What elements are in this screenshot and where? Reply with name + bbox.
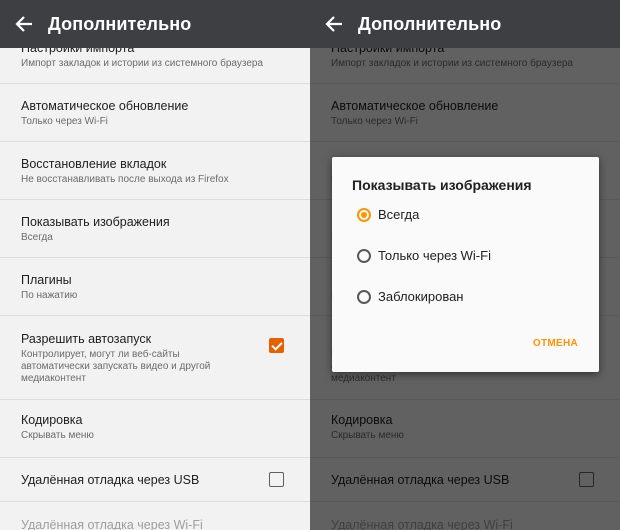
back-button[interactable]	[0, 0, 48, 48]
setting-wifi-debug[interactable]: Удалённая отладка через Wi-Fi	[0, 502, 310, 530]
cancel-button[interactable]: ОТМЕНА	[533, 338, 578, 349]
usb-debug-checkbox[interactable]	[269, 472, 284, 487]
left-screen: Дополнительно Настройки импорта Импорт з…	[0, 0, 310, 530]
back-arrow-icon	[325, 16, 342, 32]
setting-show-images[interactable]: Показывать изображения Всегда	[0, 200, 310, 258]
setting-encoding[interactable]: Кодировка Скрывать меню	[0, 400, 310, 458]
option-label: Только через Wi-Fi	[378, 248, 491, 263]
setting-subtitle: Не восстанавливать после выхода из Firef…	[21, 174, 229, 185]
setting-subtitle: Только через Wi-Fi	[21, 116, 108, 127]
page-title: Дополнительно	[48, 13, 192, 34]
setting-title: Удалённая отладка через USB	[21, 473, 200, 487]
option-blocked[interactable]: Заблокирован	[357, 289, 463, 304]
setting-subtitle: Всегда	[21, 232, 53, 243]
setting-subtitle: Импорт закладок и истории из системного …	[21, 58, 263, 69]
setting-restore-tabs[interactable]: Восстановление вкладок Не восстанавливат…	[0, 142, 310, 200]
radio-icon[interactable]	[357, 248, 371, 263]
radio-icon[interactable]	[357, 289, 371, 304]
page-title: Дополнительно	[358, 13, 502, 34]
setting-usb-debug[interactable]: Удалённая отладка через USB	[0, 458, 310, 502]
option-wifi-only[interactable]: Только через Wi-Fi	[357, 248, 491, 263]
right-screen: Дополнительно Настройки импорта Импорт з…	[310, 0, 620, 530]
toolbar: Дополнительно	[0, 0, 310, 48]
autoplay-checkbox[interactable]	[269, 338, 284, 353]
setting-subtitle: Скрывать меню	[21, 430, 94, 441]
setting-title: Плагины	[21, 273, 72, 287]
option-always[interactable]: Всегда	[357, 207, 419, 222]
show-images-dialog: Показывать изображения Всегда Только чер…	[332, 157, 599, 372]
back-arrow-icon	[15, 16, 32, 32]
option-label: Всегда	[378, 207, 420, 222]
back-button[interactable]	[310, 0, 358, 48]
setting-subtitle: Контролирует, могут ли веб-сайты автомат…	[21, 349, 211, 384]
settings-list: Настройки импорта Импорт закладок и исто…	[0, 28, 310, 530]
setting-title: Автоматическое обновление	[21, 99, 189, 113]
setting-title: Показывать изображения	[21, 215, 170, 229]
dialog-title: Показывать изображения	[352, 177, 532, 193]
setting-title: Кодировка	[21, 413, 83, 427]
setting-title: Восстановление вкладок	[21, 157, 167, 171]
toolbar: Дополнительно	[310, 0, 620, 48]
setting-title: Разрешить автозапуск	[21, 332, 152, 346]
option-label: Заблокирован	[378, 289, 464, 304]
setting-plugins[interactable]: Плагины По нажатию	[0, 258, 310, 316]
radio-selected-icon[interactable]	[357, 207, 371, 222]
setting-auto-update[interactable]: Автоматическое обновление Только через W…	[0, 84, 310, 142]
setting-title: Удалённая отладка через Wi-Fi	[21, 518, 203, 530]
setting-autoplay[interactable]: Разрешить автозапуск Контролирует, могут…	[0, 316, 310, 400]
setting-subtitle: По нажатию	[21, 290, 78, 301]
